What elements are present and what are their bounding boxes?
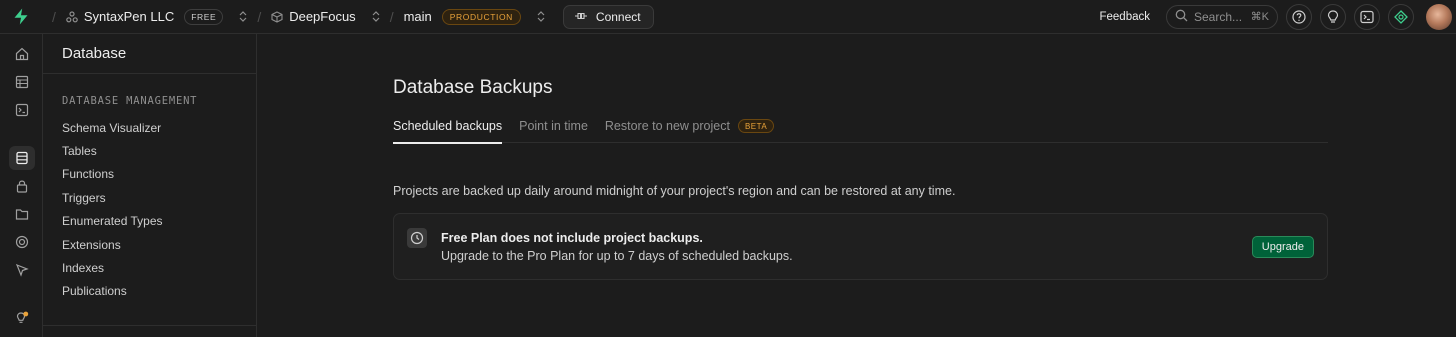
whats-new-icon[interactable] xyxy=(9,306,35,330)
sidebar-item-functions[interactable]: Functions xyxy=(43,163,256,186)
search-placeholder: Search... xyxy=(1194,9,1243,24)
connect-button[interactable]: Connect xyxy=(562,4,654,29)
sidebar-item-schema-visualizer[interactable]: Schema Visualizer xyxy=(43,116,256,139)
main-content: Database Backups Scheduled backups Point… xyxy=(258,34,1456,337)
plug-icon xyxy=(574,10,588,24)
tab-point-in-time[interactable]: Point in time xyxy=(519,119,588,143)
lightbulb-icon[interactable] xyxy=(1320,3,1346,30)
org-name: SyntaxPen LLC xyxy=(83,9,175,24)
upgrade-button[interactable]: Upgrade xyxy=(1251,236,1314,258)
authentication-icon[interactable] xyxy=(9,174,35,198)
storage-icon[interactable] xyxy=(9,202,35,226)
beta-badge: BETA xyxy=(737,119,775,133)
branch-selector[interactable]: main PRODUCTION xyxy=(403,8,545,25)
notice-text: Upgrade to the Pro Plan for up to 7 days… xyxy=(441,249,793,263)
sql-editor-icon[interactable] xyxy=(9,98,35,122)
top-bar: / SyntaxPen LLC FREE / DeepFocus / main … xyxy=(0,0,1456,34)
backup-tabs: Scheduled backups Point in time Restore … xyxy=(393,119,1328,144)
feedback-button[interactable]: Feedback xyxy=(1099,11,1150,23)
nav-rail xyxy=(0,34,43,337)
search-input[interactable]: Search... ⌘K xyxy=(1166,4,1278,29)
box-icon xyxy=(271,10,283,23)
chevron-updown-icon[interactable] xyxy=(537,11,545,22)
realtime-icon[interactable] xyxy=(9,230,35,254)
breadcrumb-separator: / xyxy=(257,8,262,25)
assistant-icon[interactable] xyxy=(1388,3,1414,30)
supabase-logo-icon[interactable] xyxy=(0,0,42,34)
org-selector[interactable]: SyntaxPen LLC FREE xyxy=(66,8,247,25)
tab-scheduled-backups[interactable]: Scheduled backups xyxy=(393,119,503,144)
branch-badge: PRODUCTION xyxy=(441,8,521,25)
top-right-actions: Feedback Search... ⌘K xyxy=(1099,3,1456,30)
sidebar-item-extensions[interactable]: Extensions xyxy=(43,233,256,256)
sidebar-item-enumerated-types[interactable]: Enumerated Types xyxy=(43,210,256,233)
sidebar-item-publications[interactable]: Publications xyxy=(43,280,256,303)
user-avatar[interactable] xyxy=(1426,3,1452,30)
database-icon[interactable] xyxy=(9,146,35,170)
cursor-icon[interactable] xyxy=(9,258,35,282)
tab-restore-to-new-project[interactable]: Restore to new project BETA xyxy=(604,119,775,143)
sidebar-title: Database xyxy=(43,34,256,74)
search-shortcut: ⌘K xyxy=(1250,11,1269,23)
branch-name: main xyxy=(403,9,432,24)
tab-label: Restore to new project xyxy=(604,119,730,133)
backups-description: Projects are backed up daily around midn… xyxy=(393,184,956,198)
table-editor-icon[interactable] xyxy=(9,70,35,94)
project-name: DeepFocus xyxy=(289,9,356,24)
page-title: Database Backups xyxy=(393,77,553,98)
breadcrumb-separator: / xyxy=(52,8,56,25)
project-selector[interactable]: DeepFocus xyxy=(271,9,380,24)
terminal-icon[interactable] xyxy=(1354,3,1380,30)
connect-label: Connect xyxy=(595,9,641,24)
sidebar-divider xyxy=(43,325,257,326)
clock-icon xyxy=(407,228,427,248)
sidebar-item-indexes[interactable]: Indexes xyxy=(43,256,256,279)
org-icon xyxy=(66,10,78,23)
breadcrumb-separator: / xyxy=(389,8,394,25)
chevron-updown-icon[interactable] xyxy=(239,11,247,22)
sidebar-item-triggers[interactable]: Triggers xyxy=(43,186,256,209)
help-icon[interactable] xyxy=(1286,3,1312,30)
sidebar-section-label: DATABASE MANAGEMENT xyxy=(62,95,198,107)
home-icon[interactable] xyxy=(9,42,35,66)
tab-label: Scheduled backups xyxy=(393,119,503,133)
sidebar-item-tables[interactable]: Tables xyxy=(43,139,256,162)
search-icon xyxy=(1175,9,1188,25)
chevron-updown-icon[interactable] xyxy=(372,11,380,22)
sidebar-list: Schema Visualizer Tables Functions Trigg… xyxy=(43,116,256,303)
database-sidebar: Database DATABASE MANAGEMENT Schema Visu… xyxy=(43,34,257,337)
notice-title: Free Plan does not include project backu… xyxy=(441,231,703,245)
plan-badge: FREE xyxy=(184,8,224,25)
upgrade-notice-card: Free Plan does not include project backu… xyxy=(393,213,1328,280)
tab-label: Point in time xyxy=(519,119,588,133)
